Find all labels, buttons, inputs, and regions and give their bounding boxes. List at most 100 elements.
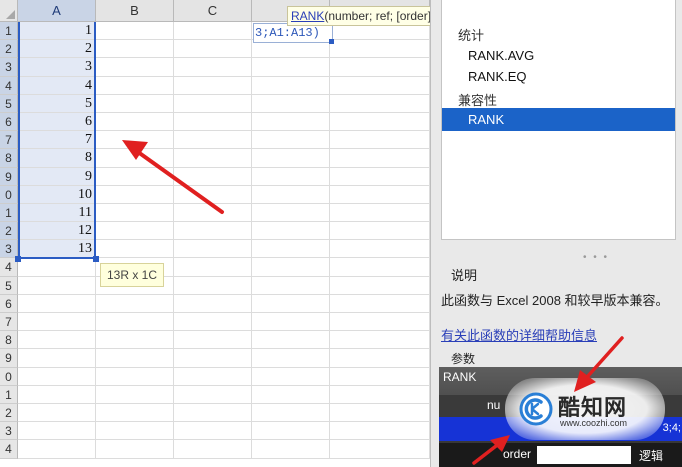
row-header[interactable]: 2 bbox=[0, 403, 18, 423]
cell-e[interactable] bbox=[330, 40, 430, 59]
cell-b[interactable] bbox=[96, 94, 174, 113]
pane-splitter[interactable]: • • • bbox=[583, 252, 609, 263]
cell-a[interactable]: 13 bbox=[18, 240, 96, 259]
cell-a[interactable] bbox=[18, 331, 96, 350]
function-help-link[interactable]: RANK bbox=[291, 9, 324, 23]
cell-c[interactable] bbox=[174, 167, 252, 186]
function-item-rank-eq[interactable]: RANK.EQ bbox=[468, 69, 527, 84]
row-header[interactable]: 1 bbox=[0, 203, 18, 223]
row-header[interactable]: 4 bbox=[0, 76, 18, 95]
cell-e[interactable] bbox=[330, 276, 430, 295]
row-header[interactable]: 6 bbox=[0, 112, 18, 132]
cell-e[interactable] bbox=[330, 203, 430, 223]
cell-c[interactable] bbox=[174, 131, 252, 150]
cell-d[interactable] bbox=[252, 222, 330, 241]
cell-d[interactable] bbox=[252, 131, 330, 150]
cell-d[interactable] bbox=[252, 58, 330, 77]
cell-d[interactable] bbox=[252, 167, 330, 186]
cell-b[interactable] bbox=[96, 203, 174, 223]
cell-a[interactable]: 3 bbox=[18, 58, 96, 77]
column-header-c[interactable]: C bbox=[174, 0, 252, 22]
cell-e[interactable] bbox=[330, 385, 430, 404]
column-header-a[interactable]: A bbox=[18, 0, 96, 22]
cell-a[interactable] bbox=[18, 367, 96, 386]
row-header[interactable]: 8 bbox=[0, 149, 18, 168]
cell-a[interactable] bbox=[18, 294, 96, 313]
cell-a[interactable] bbox=[18, 276, 96, 295]
cell-a[interactable]: 1 bbox=[18, 22, 96, 41]
cell-c[interactable] bbox=[174, 149, 252, 168]
cell-d[interactable] bbox=[252, 349, 330, 368]
cell-a[interactable]: 4 bbox=[18, 76, 96, 95]
cell-b[interactable] bbox=[96, 294, 174, 313]
cell-e[interactable] bbox=[330, 112, 430, 132]
cell-c[interactable] bbox=[174, 240, 252, 259]
cell-b[interactable] bbox=[96, 185, 174, 204]
cell-d[interactable] bbox=[252, 367, 330, 386]
cell-b[interactable] bbox=[96, 222, 174, 241]
cell-c[interactable] bbox=[174, 185, 252, 204]
cell-d[interactable] bbox=[252, 240, 330, 259]
cell-d[interactable] bbox=[252, 149, 330, 168]
cell-e[interactable] bbox=[330, 94, 430, 113]
cell-a[interactable] bbox=[18, 403, 96, 423]
cell-a[interactable]: 5 bbox=[18, 94, 96, 113]
cell-d[interactable] bbox=[252, 112, 330, 132]
row-header[interactable]: 0 bbox=[0, 367, 18, 386]
cell-d[interactable] bbox=[252, 185, 330, 204]
cell-c[interactable] bbox=[174, 258, 252, 277]
cell-c[interactable] bbox=[174, 367, 252, 386]
cell-b[interactable] bbox=[96, 76, 174, 95]
cell-b[interactable] bbox=[96, 367, 174, 386]
cell-b[interactable] bbox=[96, 22, 174, 41]
cell-d[interactable] bbox=[252, 422, 330, 441]
cell-e[interactable] bbox=[330, 440, 430, 459]
cell-c[interactable] bbox=[174, 22, 252, 41]
cell-b[interactable] bbox=[96, 240, 174, 259]
cell-e[interactable] bbox=[330, 422, 430, 441]
cell-c[interactable] bbox=[174, 403, 252, 423]
cell-e[interactable] bbox=[330, 58, 430, 77]
cell-a[interactable] bbox=[18, 313, 96, 332]
cell-a[interactable]: 9 bbox=[18, 167, 96, 186]
argument-order-input[interactable] bbox=[537, 446, 631, 464]
select-all-corner[interactable] bbox=[0, 0, 18, 22]
formula-range-handle[interactable] bbox=[329, 39, 334, 44]
cell-c[interactable] bbox=[174, 440, 252, 459]
cell-c[interactable] bbox=[174, 222, 252, 241]
cell-e[interactable] bbox=[330, 76, 430, 95]
cell-b[interactable] bbox=[96, 349, 174, 368]
cell-d[interactable] bbox=[252, 294, 330, 313]
cell-a[interactable]: 7 bbox=[18, 131, 96, 150]
cell-d[interactable] bbox=[252, 440, 330, 459]
cell-e[interactable] bbox=[330, 403, 430, 423]
row-header[interactable]: 5 bbox=[0, 94, 18, 113]
cell-d[interactable] bbox=[252, 385, 330, 404]
cell-e[interactable] bbox=[330, 349, 430, 368]
cell-c[interactable] bbox=[174, 313, 252, 332]
cell-b[interactable] bbox=[96, 422, 174, 441]
row-header[interactable]: 9 bbox=[0, 167, 18, 186]
cell-c[interactable] bbox=[174, 385, 252, 404]
cell-a[interactable] bbox=[18, 349, 96, 368]
cell-b[interactable] bbox=[96, 112, 174, 132]
cell-b[interactable] bbox=[96, 313, 174, 332]
cell-a[interactable]: 10 bbox=[18, 185, 96, 204]
cell-b[interactable] bbox=[96, 131, 174, 150]
cell-b[interactable] bbox=[96, 331, 174, 350]
cell-e[interactable] bbox=[330, 222, 430, 241]
row-header[interactable]: 8 bbox=[0, 331, 18, 350]
row-header[interactable]: 6 bbox=[0, 294, 18, 313]
row-header[interactable]: 7 bbox=[0, 131, 18, 150]
cell-e[interactable] bbox=[330, 331, 430, 350]
row-header[interactable]: 7 bbox=[0, 313, 18, 332]
cell-a[interactable]: 11 bbox=[18, 203, 96, 223]
in-cell-formula-editor[interactable]: 3;A1:A13) bbox=[253, 23, 333, 43]
cell-c[interactable] bbox=[174, 40, 252, 59]
row-header[interactable]: 1 bbox=[0, 22, 18, 41]
row-header[interactable]: 3 bbox=[0, 422, 18, 441]
row-header[interactable]: 0 bbox=[0, 185, 18, 204]
cell-c[interactable] bbox=[174, 76, 252, 95]
cell-b[interactable] bbox=[96, 58, 174, 77]
cell-e[interactable] bbox=[330, 294, 430, 313]
